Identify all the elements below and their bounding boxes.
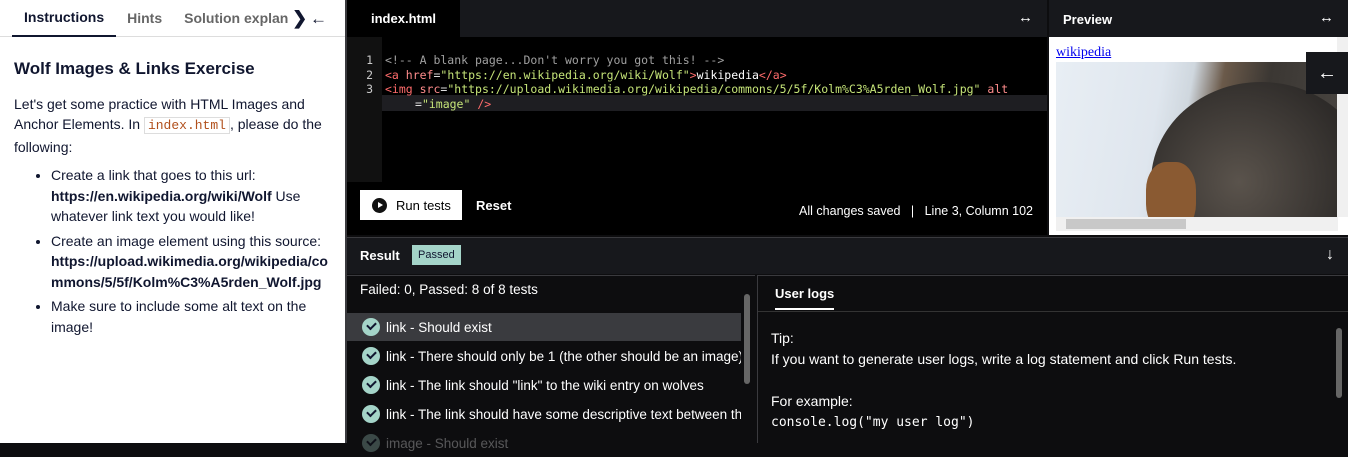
token: > (689, 68, 697, 82)
tests-scrollbar[interactable] (744, 294, 750, 384)
instructions-panel: Instructions Hints Solution explanation … (0, 0, 345, 443)
list-item: Make sure to include some alt text on th… (51, 296, 331, 337)
code-editor: index.html ↔ 1 2 3 <!-- A blank page...Do… (347, 0, 1047, 235)
tip-label: Tip: (771, 330, 794, 346)
check-icon (362, 434, 380, 452)
check-icon (362, 405, 380, 423)
code-line-3: <img src="https://upload.wikimedia.org/w… (385, 82, 1008, 97)
reset-button[interactable]: Reset (476, 198, 511, 213)
exercise-title: Wolf Images & Links Exercise (14, 59, 255, 78)
test-label: link - There should only be 1 (the other… (386, 348, 741, 364)
instruction-tabs: Instructions Hints Solution explanation … (0, 0, 345, 37)
logs-scrollbar[interactable] (1336, 328, 1342, 398)
check-icon (362, 318, 380, 336)
preview-link[interactable]: wikipedia (1056, 45, 1111, 61)
token: "https://upload.wikimedia.org/wikipedia/… (447, 82, 981, 96)
token: src (419, 82, 441, 96)
result-bar: Result Passed ↓ (347, 237, 1348, 274)
test-item[interactable]: image - Should exist (347, 429, 741, 457)
test-item[interactable]: link - The link should "link" to the wik… (347, 371, 741, 399)
status-badge: Passed (412, 245, 461, 265)
result-label: Result (360, 248, 400, 263)
user-logs-panel: User logs Tip: If you want to generate u… (757, 275, 1348, 443)
test-summary: Failed: 0, Passed: 8 of 8 tests (360, 282, 538, 297)
token: alt (980, 82, 1009, 96)
intro-text: Let's get some practice with HTML Images… (14, 94, 331, 158)
test-item[interactable]: link - The link should have some descrip… (347, 400, 741, 428)
tab-instructions[interactable]: Instructions (12, 0, 117, 37)
token: /> (470, 97, 492, 111)
item-url: https://upload.wikimedia.org/wikipedia/c… (51, 253, 328, 290)
list-item: Create a link that goes to this url: htt… (51, 165, 331, 227)
check-icon (362, 376, 380, 394)
item-text: Create an image element using this sourc… (51, 232, 322, 249)
inline-code: index.html (143, 117, 230, 134)
code-line-2: <a href="https://en.wikipedia.org/wiki/W… (385, 68, 787, 83)
token: "https://en.wikipedia.org/wiki/Wolf" (440, 68, 690, 82)
item-url: https://en.wikipedia.org/wiki/Wolf (51, 187, 272, 204)
item-text: Create a link that goes to this url: (51, 167, 256, 183)
scroll-thumb[interactable] (1066, 219, 1186, 229)
test-label: link - Should exist (386, 319, 492, 335)
preview-panel: Preview ↔ wikipedia (1049, 0, 1348, 235)
tip-text: If you want to generate user logs, write… (771, 351, 1237, 367)
test-label: link - The link should have some descrip… (386, 406, 741, 422)
line-number: 3 (366, 82, 373, 96)
chevron-right-icon[interactable]: ❯ (292, 8, 307, 29)
token: = (415, 97, 422, 111)
example-label: For example: (771, 393, 853, 409)
token: </a> (758, 68, 787, 82)
line-number: 1 (366, 53, 373, 67)
token: <a (385, 68, 406, 82)
token: "image" (421, 97, 471, 111)
preview-title: Preview (1063, 12, 1113, 27)
list-item: Create an image element using this sourc… (51, 231, 331, 293)
tab-hints[interactable]: Hints (127, 10, 162, 26)
test-item[interactable]: link - Should exist (347, 313, 741, 341)
check-icon (362, 347, 380, 365)
tab-user-logs[interactable]: User logs (775, 276, 835, 310)
tab-solution-explanation[interactable]: Solution explanation (184, 10, 288, 26)
example-code: console.log("my user log") (771, 415, 975, 430)
run-tests-button[interactable]: Run tests (360, 190, 462, 220)
file-tab-index[interactable]: index.html (347, 0, 461, 37)
test-label: link - The link should "link" to the wik… (386, 377, 704, 393)
test-results: Failed: 0, Passed: 8 of 8 tests link - S… (347, 275, 755, 452)
line-number: 2 (366, 68, 373, 82)
code-line-1: <!-- A blank page...Don't worry you got … (385, 53, 725, 67)
editor-status: All changes saved | Line 3, Column 102 (799, 204, 1033, 218)
item-text: Make sure to include some alt text on th… (51, 298, 307, 335)
token: <img (385, 82, 420, 96)
test-item[interactable]: link - There should only be 1 (the other… (347, 342, 741, 370)
arrow-down-icon[interactable]: ↓ (1326, 246, 1334, 264)
code-line-3-wrap: ="image" /> (415, 97, 491, 112)
preview-horizontal-scrollbar[interactable] (1056, 217, 1338, 231)
arrow-left-icon[interactable]: ← (1306, 52, 1348, 94)
token: href (405, 68, 434, 82)
token: wikipedia (696, 68, 759, 82)
arrow-left-icon[interactable]: ← (310, 9, 327, 29)
instructions-list: Create a link that goes to this url: htt… (14, 165, 331, 337)
wolf-image (1056, 62, 1338, 217)
expand-icon[interactable]: ↔ (1319, 9, 1334, 26)
expand-icon[interactable]: ↔ (1018, 9, 1033, 26)
run-tests-label: Run tests (396, 197, 451, 213)
play-icon (372, 197, 387, 213)
test-label: image - Should exist (386, 435, 509, 451)
